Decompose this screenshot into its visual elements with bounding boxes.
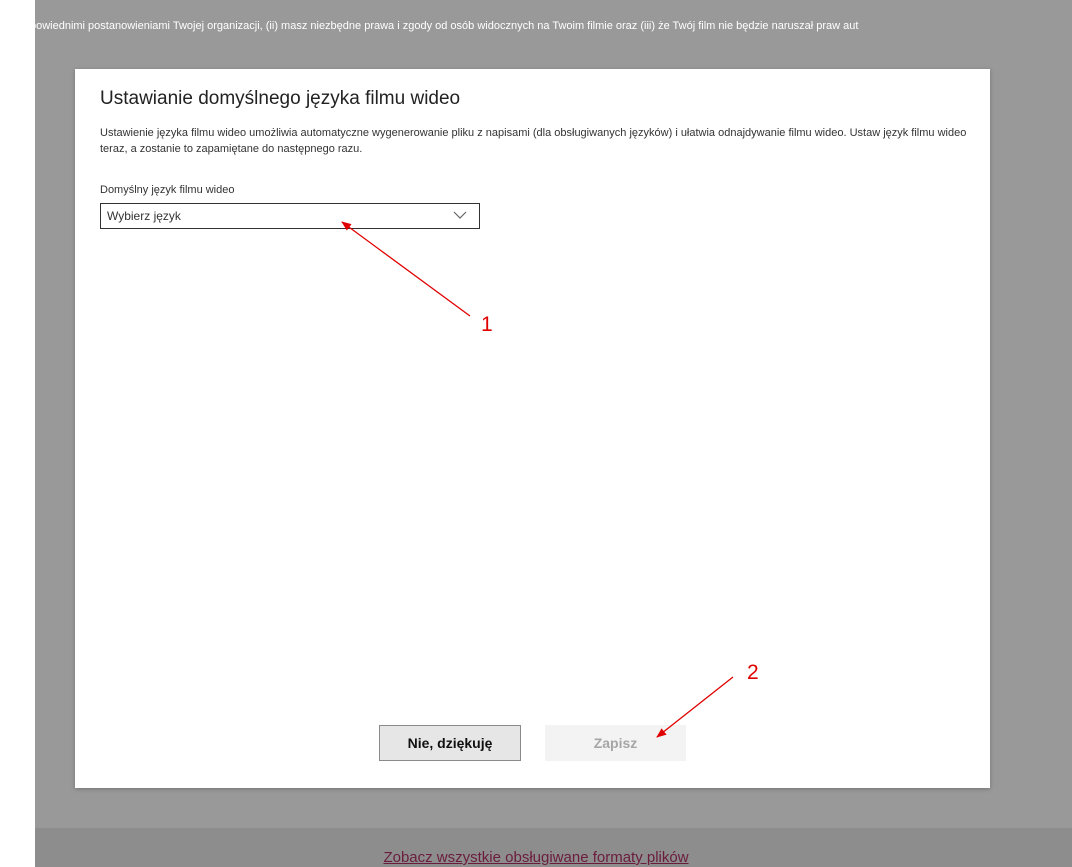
supported-formats-link[interactable]: Zobacz wszystkie obsługiwane formaty pli…	[0, 849, 1072, 867]
save-button[interactable]: Zapisz	[545, 725, 686, 761]
chevron-down-icon	[453, 211, 467, 219]
dialog-title: Ustawianie domyślnego języka filmu wideo	[100, 88, 461, 109]
dialog-description: Ustawienie języka filmu wideo umożliwia …	[100, 127, 967, 155]
language-field-label: Domyślny język filmu wideo	[100, 184, 235, 196]
terms-notice-text: e z odpowiednimi postanowieniami Twojej …	[0, 20, 859, 32]
language-select[interactable]: Wybierz język	[100, 203, 480, 229]
page-left-strip	[0, 0, 35, 867]
language-select-value: Wybierz język	[107, 209, 181, 223]
annotation-marker-2: 2	[747, 661, 759, 684]
annotation-marker-1: 1	[481, 313, 493, 336]
language-dialog: Ustawianie domyślnego języka filmu wideo…	[75, 69, 990, 788]
no-thanks-button[interactable]: Nie, dziękuję	[379, 725, 521, 761]
